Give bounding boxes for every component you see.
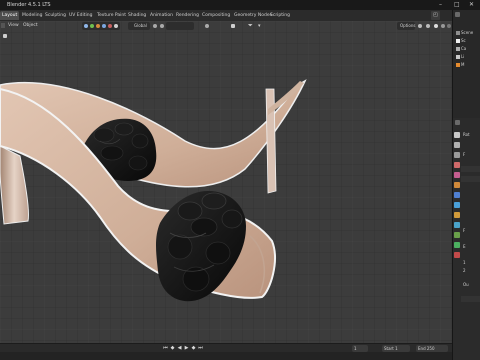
close-icon[interactable]: ✕ (469, 2, 474, 8)
data-tab-icon[interactable] (454, 242, 460, 248)
constraints-tab-icon[interactable] (454, 232, 460, 238)
minimize-icon[interactable]: – (439, 2, 442, 8)
workspace-tabs-bar: Layout Modeling Sculpting UV Editing Tex… (0, 10, 480, 21)
jump-end-icon[interactable]: ⏭ (198, 346, 203, 351)
scene-tab-icon[interactable] (454, 172, 460, 178)
camera-icon (456, 47, 460, 51)
window-title: Blender 4.5.1 LTS (7, 2, 51, 8)
world-tab-icon[interactable] (454, 182, 460, 188)
scene-selector-icon[interactable]: ◰ (431, 11, 440, 20)
end-frame-field[interactable]: End 250 (416, 345, 448, 352)
outliner-item-ca[interactable]: Ca (461, 45, 466, 52)
title-bar: Blender 4.5.1 LTS – □ ✕ (0, 0, 480, 10)
play-reverse-icon[interactable]: ◀ (177, 346, 182, 351)
tab-uv-editing[interactable]: UV Editing (67, 11, 94, 20)
props-item-1-label: 1 (463, 260, 466, 265)
maximize-icon[interactable]: □ (454, 2, 460, 8)
status-bar (0, 352, 452, 360)
tool-tab-icon[interactable] (454, 132, 460, 138)
current-frame-field[interactable]: 1 (352, 345, 368, 352)
props-section-2-label: F (463, 228, 466, 233)
outliner-item-li[interactable]: Li (461, 53, 464, 60)
outliner-item-m[interactable]: M (461, 61, 464, 68)
props-section-1-label: F (463, 152, 466, 157)
modifiers-tab-icon[interactable] (454, 202, 460, 208)
scene-collection-icon (456, 31, 460, 35)
collection-icon (456, 39, 460, 43)
front-shoe-heel (0, 145, 29, 225)
tab-modeling[interactable]: Modeling (20, 11, 44, 20)
tab-sculpting[interactable]: Sculpting (43, 11, 68, 20)
end-frame-label: End (418, 346, 426, 351)
props-row-1[interactable] (461, 166, 480, 172)
material-tab-icon[interactable] (454, 252, 460, 258)
render-tab-icon[interactable] (454, 142, 460, 148)
rotation-label: Rot (463, 132, 470, 137)
tab-scripting[interactable]: Scripting (268, 11, 292, 20)
output-tab-icon[interactable] (454, 152, 460, 158)
properties-editor-icon[interactable] (455, 120, 460, 125)
props-row-2[interactable] (461, 176, 480, 182)
tab-rendering[interactable]: Rendering (174, 11, 201, 20)
props-item-2-label: 2 (463, 268, 466, 273)
tab-layout[interactable]: Layout (0, 11, 20, 20)
physics-tab-icon[interactable] (454, 222, 460, 228)
outliner-editor-icon[interactable] (455, 12, 460, 17)
properties-editor: Rot F F E 1 2 Ou (453, 118, 480, 360)
props-section-4-label: Ou (463, 282, 469, 287)
particles-tab-icon[interactable] (454, 212, 460, 218)
tab-texture-paint[interactable]: Texture Paint (95, 11, 128, 20)
end-frame-value: 250 (426, 346, 435, 351)
object-tab-icon[interactable] (454, 192, 460, 198)
tab-shading[interactable]: Shading (126, 11, 148, 20)
props-section-3-label: E (463, 244, 466, 249)
play-icon[interactable]: ▶ (184, 346, 189, 351)
start-frame-field[interactable]: Start 1 (382, 345, 410, 352)
start-frame-label: Start (384, 346, 394, 351)
jump-start-icon[interactable]: ⏮ (163, 346, 168, 351)
jump-keyframe-back-icon[interactable]: ◆ (170, 346, 175, 351)
jump-keyframe-forward-icon[interactable]: ◆ (191, 346, 196, 351)
light-icon (456, 55, 460, 59)
mesh-icon (456, 63, 460, 67)
3d-viewport[interactable]: View Object Global ⏷ ▾ Options (0, 21, 452, 352)
right-side-panel: Scene Sc Ca Li M Rot F F E 1 2 Ou (452, 10, 480, 360)
outliner: Scene Sc Ca Li M (453, 10, 480, 113)
start-frame-value: 1 (395, 346, 398, 351)
tab-animation[interactable]: Animation (148, 11, 175, 20)
view-layer-tab-icon[interactable] (454, 162, 460, 168)
shoe-model-render[interactable] (0, 21, 452, 352)
props-row-3[interactable] (461, 296, 480, 302)
tab-compositing[interactable]: Compositing (200, 11, 232, 20)
outliner-item-scene[interactable]: Scene (461, 29, 473, 36)
outliner-item-sc[interactable]: Sc (461, 37, 466, 44)
